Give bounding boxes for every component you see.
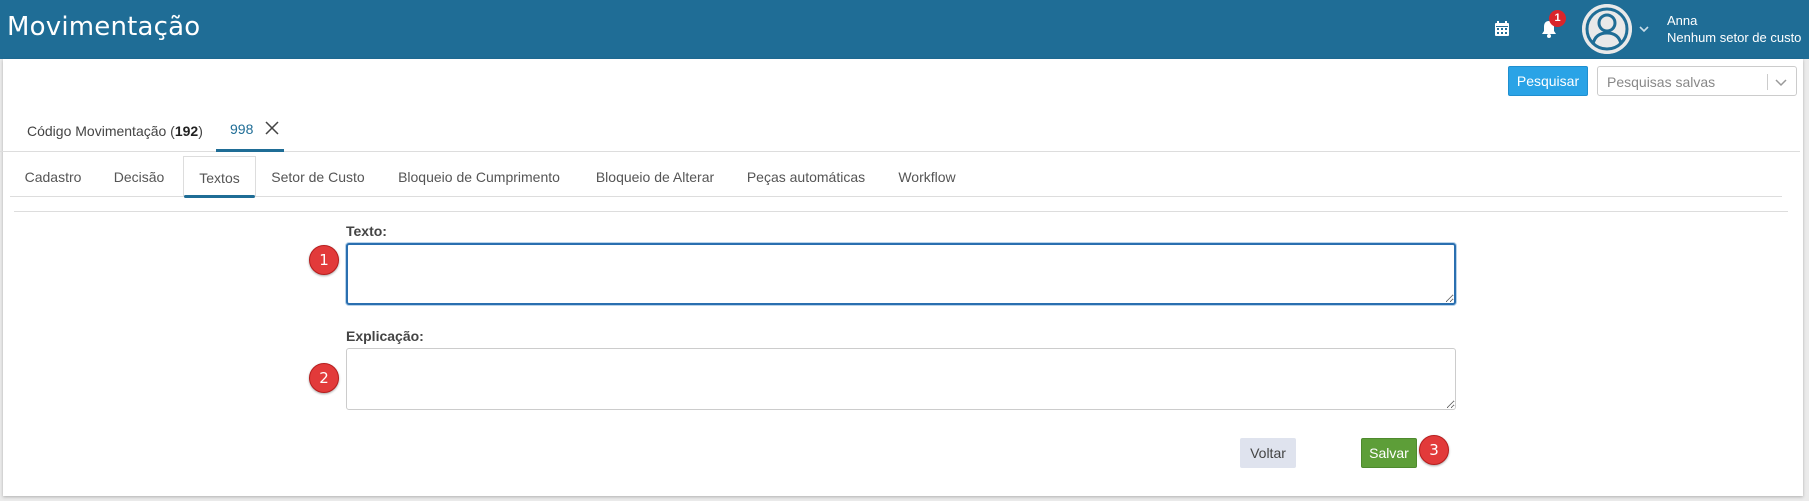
sub-tabs: Cadastro Decisão Textos Setor de Custo B… [10,156,1782,198]
divider [14,211,1788,212]
tab-record-998[interactable]: 998 [216,110,284,152]
step-marker-2: 2 [309,363,339,393]
tab-record-number: 998 [230,121,254,137]
saved-searches-placeholder: Pesquisas salvas [1607,74,1716,90]
tab-code-suffix: ) [198,123,203,139]
tab-decisao[interactable]: Decisão [111,156,167,197]
tab-bloqueio-de-cumprimento[interactable]: Bloqueio de Cumprimento [393,156,565,197]
chevron-down-icon[interactable] [1637,22,1651,36]
tab-code-label: Código Movimentação ( [27,123,175,139]
select-separator [1767,74,1768,90]
save-button[interactable]: Salvar [1361,438,1417,468]
tab-code-value: 192 [174,123,199,139]
tab-bloqueio-de-alterar[interactable]: Bloqueio de Alterar [593,156,717,197]
avatar[interactable] [1582,4,1632,54]
record-tabs: Código Movimentação (192) 998 [0,110,1800,152]
close-icon[interactable] [265,121,279,135]
tab-textos[interactable]: Textos [183,156,256,198]
step-marker-1: 1 [309,245,339,275]
tab-workflow[interactable]: Workflow [895,156,959,197]
saved-searches-select[interactable]: Pesquisas salvas [1597,66,1797,96]
explicacao-textarea[interactable] [346,348,1456,410]
tab-cadastro[interactable]: Cadastro [22,156,84,197]
chevron-down-icon[interactable] [1774,75,1788,89]
texto-label: Texto: [346,223,387,239]
search-button[interactable]: Pesquisar [1508,66,1588,96]
user-name: Anna [1667,13,1698,28]
app-header: Movimentação 1 Anna Nenhum setor de cust… [0,0,1809,59]
explicacao-label: Explicação: [346,328,424,344]
tab-pecas-automaticas[interactable]: Peças automáticas [745,156,867,197]
tab-codigo-movimentacao[interactable]: Código Movimentação (192) [27,123,203,139]
texto-textarea[interactable] [346,243,1456,305]
notification-badge: 1 [1549,10,1566,27]
user-sector: Nenhum setor de custo [1667,30,1802,45]
tab-setor-de-custo[interactable]: Setor de Custo [270,156,366,197]
step-marker-3: 3 [1419,435,1449,465]
back-button[interactable]: Voltar [1240,438,1296,468]
calendar-icon[interactable] [1491,18,1513,40]
page-title: Movimentação [7,12,201,42]
